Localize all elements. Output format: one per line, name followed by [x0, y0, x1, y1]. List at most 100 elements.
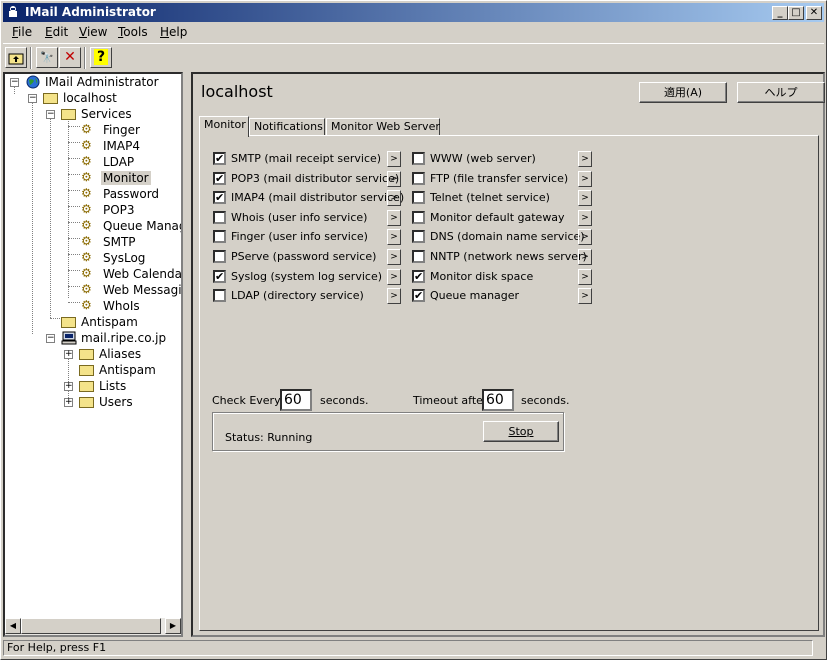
expand-icon[interactable]: +: [64, 398, 73, 407]
scroll-left-icon[interactable]: ◀: [5, 618, 21, 634]
tree-line: [68, 222, 80, 223]
up-folder-button[interactable]: [5, 47, 27, 68]
binoculars-icon: 🔭: [40, 51, 54, 64]
service-gear-icon: ⚙: [81, 298, 92, 312]
service-label: FTP (file transfer service): [430, 171, 569, 185]
delete-button[interactable]: ✕: [59, 47, 81, 68]
service-gear-icon: ⚙: [81, 266, 92, 280]
service-gear-icon: ⚙: [81, 138, 92, 152]
service-row: Finger (user info service) >: [213, 228, 403, 246]
stop-button[interactable]: Stop: [483, 421, 559, 442]
service-settings-button[interactable]: >: [578, 151, 592, 167]
service-row: LDAP (directory service) >: [213, 287, 403, 305]
up-folder-icon: [8, 53, 24, 65]
apply-button[interactable]: 適用(A): [639, 82, 727, 103]
service-checkbox[interactable]: ✔: [412, 289, 425, 303]
service-checkbox[interactable]: ✔: [213, 152, 226, 165]
tree-line: [68, 190, 80, 191]
service-checkbox[interactable]: [412, 230, 425, 244]
service-row: WWW (web server) >: [412, 150, 594, 168]
seconds-label: seconds.: [320, 394, 369, 407]
check-every-input[interactable]: 60: [280, 389, 312, 411]
service-gear-icon: ⚙: [81, 250, 92, 264]
service-checkbox[interactable]: [412, 171, 425, 185]
title-bar[interactable]: IMail Administrator _ □ ✕: [3, 3, 824, 22]
collapse-icon[interactable]: −: [28, 94, 37, 103]
seconds-label: seconds.: [521, 394, 570, 407]
service-settings-button[interactable]: >: [578, 268, 592, 285]
service-checkbox[interactable]: [412, 191, 425, 205]
service-checkbox[interactable]: [412, 250, 425, 263]
help-button[interactable]: ?: [90, 47, 112, 68]
tab-monitor[interactable]: Monitor: [199, 116, 249, 137]
service-checkbox[interactable]: [213, 250, 226, 263]
service-row: ✔ SMTP (mail receipt service) >: [213, 150, 403, 168]
collapse-icon[interactable]: −: [46, 334, 55, 343]
service-label: Monitor disk space: [430, 269, 534, 283]
scroll-thumb[interactable]: [21, 618, 161, 634]
menu-edit[interactable]: Edit: [45, 25, 68, 39]
service-settings-button[interactable]: >: [578, 249, 592, 265]
maximize-button[interactable]: □: [788, 6, 804, 20]
menu-file[interactable]: File: [12, 25, 32, 39]
service-checkbox[interactable]: ✔: [412, 269, 425, 283]
tree-line: [68, 254, 80, 255]
service-checkbox[interactable]: ✔: [213, 191, 226, 205]
service-settings-button[interactable]: >: [387, 170, 401, 187]
monitor-tab-panel: ✔ SMTP (mail receipt service) > ✔ POP3 (mail…: [199, 135, 819, 631]
pane-splitter[interactable]: [183, 72, 191, 637]
tree-line: [68, 118, 69, 298]
service-checkbox[interactable]: [213, 230, 226, 244]
service-settings-button[interactable]: >: [387, 288, 401, 305]
tree-line: [68, 206, 80, 207]
close-button[interactable]: ✕: [806, 6, 822, 20]
service-settings-button[interactable]: >: [387, 229, 401, 246]
tree-line: [68, 158, 80, 159]
service-label: WWW (web server): [430, 152, 536, 165]
service-checkbox[interactable]: ✔: [213, 171, 226, 185]
tree-line: [50, 118, 51, 318]
service-checkbox[interactable]: [412, 210, 425, 224]
tree-line: [14, 86, 15, 94]
service-settings-button[interactable]: >: [578, 190, 592, 207]
tab-notifications[interactable]: Notifications: [249, 118, 325, 136]
service-label: Syslog (system log service): [231, 269, 383, 283]
host-title: localhost: [201, 82, 273, 101]
service-settings-button[interactable]: >: [387, 249, 401, 265]
app-window: IMail Administrator _ □ ✕ File Edit View…: [0, 0, 827, 660]
timeout-input[interactable]: 60: [482, 389, 514, 411]
tab-monitor-web-server[interactable]: Monitor Web Server: [326, 118, 440, 136]
service-checkbox[interactable]: [213, 289, 226, 303]
menu-help[interactable]: Help: [160, 25, 187, 39]
collapse-icon[interactable]: −: [10, 78, 19, 87]
service-settings-button[interactable]: >: [387, 151, 401, 167]
scroll-right-icon[interactable]: ▶: [165, 618, 181, 634]
expand-icon[interactable]: +: [64, 382, 73, 391]
expand-icon[interactable]: +: [64, 350, 73, 359]
minimize-button[interactable]: _: [772, 6, 788, 20]
service-settings-button[interactable]: >: [578, 229, 592, 246]
help-dialog-button[interactable]: ヘルプ: [737, 82, 825, 103]
service-gear-icon: ⚙: [81, 186, 92, 200]
service-checkbox[interactable]: [412, 152, 425, 165]
service-label: LDAP (directory service): [231, 289, 364, 303]
imail-app-icon: [9, 6, 17, 17]
delete-x-icon: ✕: [64, 49, 76, 65]
horizontal-scrollbar[interactable]: ◀ ▶: [5, 618, 181, 635]
service-label: Whois (user info service): [231, 210, 368, 224]
menu-view[interactable]: View: [79, 25, 107, 39]
tree-pane[interactable]: − IMail Administrator − localhost − Serv…: [3, 72, 183, 637]
service-label: Queue manager: [430, 289, 520, 303]
folder-icon: [43, 93, 58, 104]
service-settings-button[interactable]: >: [387, 190, 401, 207]
service-checkbox[interactable]: ✔: [213, 269, 226, 283]
menu-tools[interactable]: Tools: [118, 25, 148, 39]
service-checkbox[interactable]: [213, 210, 226, 224]
service-settings-button[interactable]: >: [578, 209, 592, 226]
collapse-icon[interactable]: −: [46, 110, 55, 119]
find-button[interactable]: 🔭: [36, 47, 58, 68]
service-settings-button[interactable]: >: [387, 268, 401, 285]
service-settings-button[interactable]: >: [387, 209, 401, 226]
service-settings-button[interactable]: >: [578, 170, 592, 187]
service-settings-button[interactable]: >: [578, 288, 592, 305]
